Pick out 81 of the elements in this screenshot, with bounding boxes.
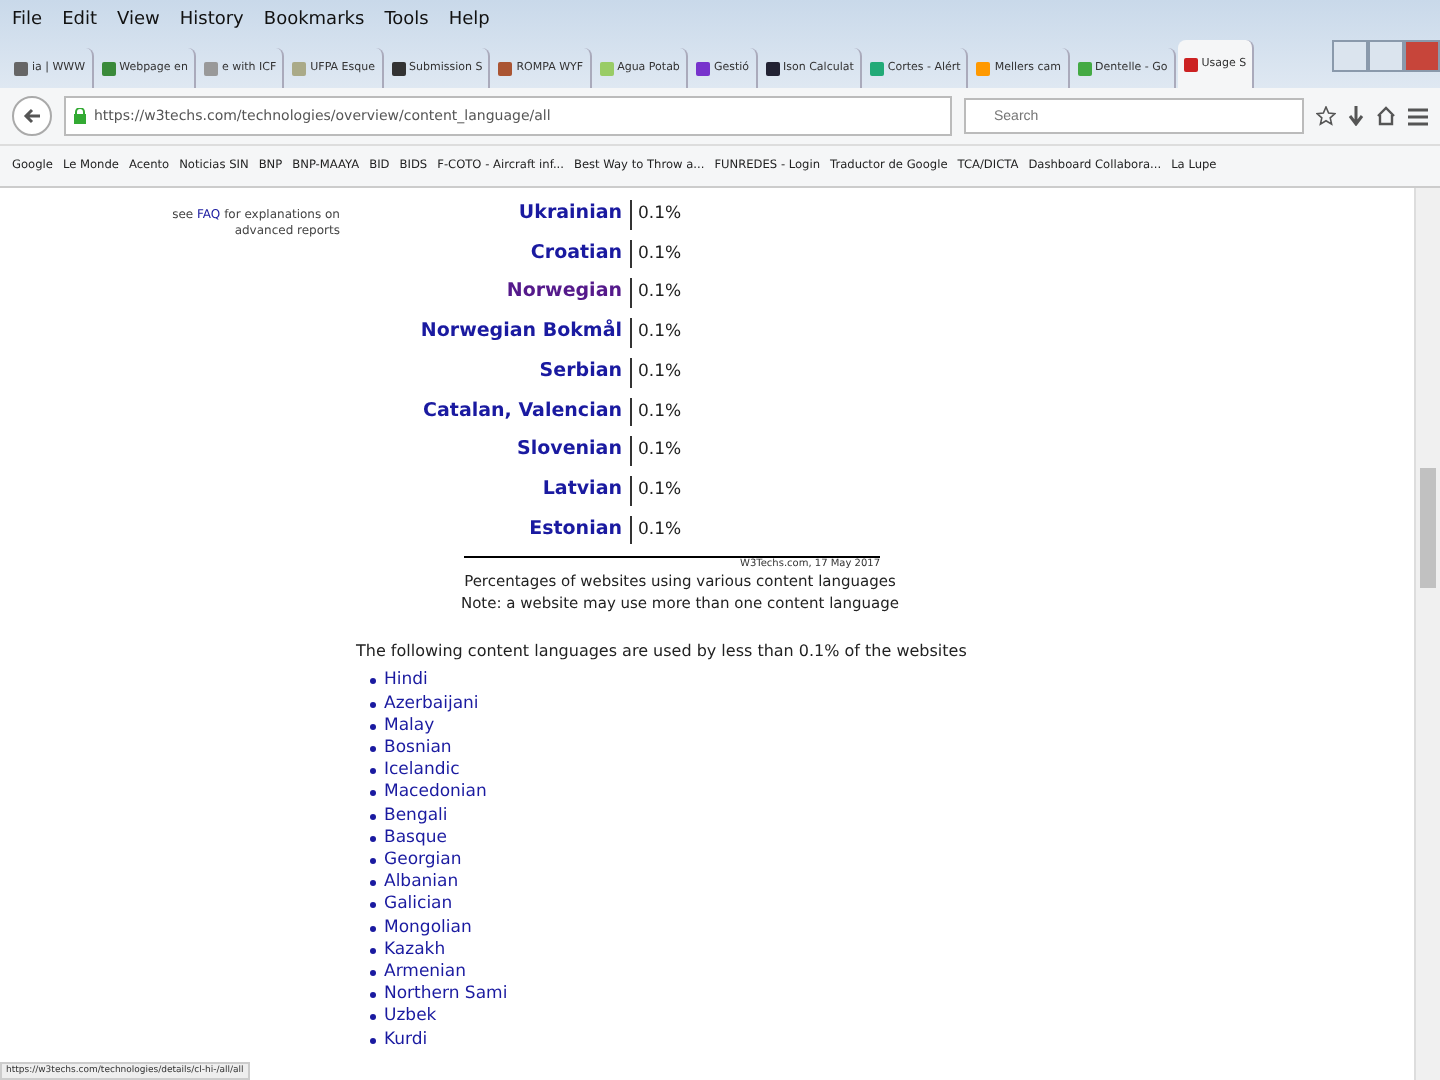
menu-item[interactable]: View bbox=[117, 10, 160, 30]
language-link[interactable]: Malay bbox=[384, 715, 435, 738]
bullet-icon bbox=[370, 970, 376, 977]
bullet-icon bbox=[370, 790, 376, 797]
bullet-icon bbox=[370, 678, 376, 685]
favicon-icon bbox=[391, 61, 405, 75]
language-link[interactable]: Hindi bbox=[384, 670, 428, 694]
bullet-icon bbox=[370, 925, 376, 932]
bullet-icon bbox=[370, 992, 376, 999]
language-link[interactable]: Catalan, Valencian bbox=[423, 397, 630, 427]
percentage-value: 0.1% bbox=[630, 318, 750, 348]
download-icon[interactable] bbox=[1348, 106, 1364, 126]
favicon-icon bbox=[101, 61, 116, 75]
bullet-icon bbox=[370, 835, 376, 842]
language-link[interactable]: Azerbaijani bbox=[384, 693, 479, 716]
percentage-value: 0.1% bbox=[630, 515, 750, 545]
bullet-icon bbox=[370, 723, 376, 730]
favicon-icon bbox=[976, 61, 991, 75]
language-link[interactable]: Mongolian bbox=[384, 917, 472, 940]
menu-item[interactable]: Bookmarks bbox=[263, 10, 365, 30]
language-link[interactable]: Serbian bbox=[539, 357, 630, 388]
bullet-icon bbox=[370, 947, 376, 954]
language-link[interactable]: Galician bbox=[384, 894, 453, 918]
language-link[interactable]: Bengali bbox=[384, 805, 448, 828]
language-link[interactable]: Macedonian bbox=[384, 782, 487, 806]
language-link[interactable]: Kazakh bbox=[384, 939, 446, 962]
bullet-icon bbox=[370, 701, 376, 708]
percentage-value: 0.1% bbox=[630, 397, 750, 427]
back-arrow-icon bbox=[22, 106, 42, 126]
star-icon[interactable] bbox=[1316, 106, 1336, 126]
menu-item[interactable]: Edit bbox=[62, 10, 97, 30]
favicon-icon bbox=[869, 61, 884, 75]
menu-item[interactable]: History bbox=[179, 10, 244, 30]
bullet-icon bbox=[370, 813, 376, 820]
percentage-value: 0.1% bbox=[630, 278, 750, 309]
language-link[interactable]: Basque bbox=[384, 827, 447, 850]
favicon-icon bbox=[765, 61, 779, 75]
favicon-icon bbox=[1077, 61, 1092, 75]
back-button[interactable] bbox=[12, 96, 52, 136]
language-link[interactable]: Estonian bbox=[529, 515, 630, 545]
language-link[interactable]: Albanian bbox=[384, 872, 459, 895]
favicon-icon bbox=[14, 61, 28, 75]
language-link[interactable]: Armenian bbox=[384, 961, 467, 985]
menu-icon[interactable] bbox=[1408, 107, 1428, 125]
favicon-icon bbox=[292, 61, 307, 75]
language-link[interactable]: Latvian bbox=[542, 475, 630, 506]
favicon-icon bbox=[599, 61, 614, 75]
favicon-icon bbox=[1183, 57, 1198, 71]
favicon-icon bbox=[695, 61, 710, 75]
lock-icon bbox=[74, 108, 86, 124]
paragraph-text: The following content languages are used by less than 0.1% of the websites bbox=[356, 642, 969, 661]
language-link[interactable]: Icelandic bbox=[384, 760, 460, 783]
bullet-icon bbox=[370, 746, 376, 753]
favicon-icon bbox=[203, 61, 218, 75]
percentage-value: 0.1% bbox=[630, 239, 750, 269]
menu-item[interactable]: Tools bbox=[384, 10, 429, 30]
percentage-value: 0.1% bbox=[630, 357, 750, 388]
percentage-value: 0.1% bbox=[630, 200, 750, 230]
menu-item[interactable]: File bbox=[12, 10, 43, 30]
bullet-icon bbox=[370, 1037, 376, 1044]
bullet-icon bbox=[370, 880, 376, 887]
language-link[interactable]: Croatian bbox=[530, 239, 630, 269]
language-link[interactable]: Norwegian bbox=[506, 278, 630, 309]
bullet-icon bbox=[370, 902, 376, 909]
bullet-icon bbox=[370, 768, 376, 775]
language-link[interactable]: Slovenian bbox=[517, 436, 630, 466]
language-link[interactable]: Bosnian bbox=[384, 737, 452, 761]
scrollbar[interactable] bbox=[1414, 188, 1440, 1080]
home-icon[interactable] bbox=[1376, 106, 1396, 126]
bullet-icon bbox=[370, 1014, 376, 1021]
percentage-value: 0.1% bbox=[630, 475, 750, 506]
favicon-icon bbox=[498, 61, 513, 75]
language-link[interactable]: Ukrainian bbox=[518, 200, 630, 230]
language-link[interactable]: Norwegian Bokmål bbox=[420, 318, 630, 348]
bullet-icon bbox=[370, 858, 376, 865]
percentage-value: 0.1% bbox=[630, 436, 750, 466]
language-link[interactable]: Northern Sami bbox=[384, 984, 508, 1007]
language-link[interactable]: Georgian bbox=[384, 849, 462, 873]
language-link[interactable]: Kurdi bbox=[384, 1029, 428, 1052]
language-link[interactable]: Uzbek bbox=[384, 1006, 437, 1030]
menu-item[interactable]: Help bbox=[448, 10, 490, 30]
